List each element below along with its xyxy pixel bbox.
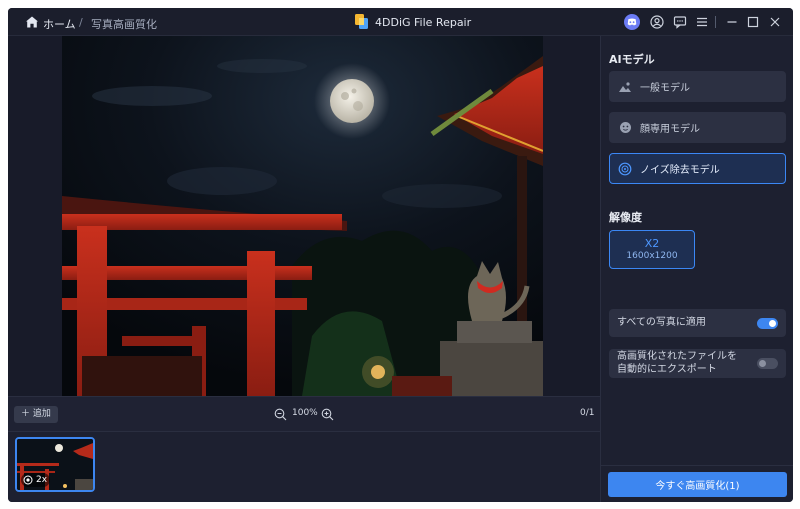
breadcrumb-separator: / bbox=[79, 16, 83, 29]
discord-icon[interactable] bbox=[624, 14, 640, 30]
add-photo-button[interactable]: ＋ 追加 bbox=[14, 406, 58, 423]
model-denoise-label: ノイズ除去モデル bbox=[640, 165, 720, 176]
breadcrumb-current-page: 写真高画質化 bbox=[91, 18, 157, 31]
resolution-x2-option[interactable]: X2 1600x1200 bbox=[609, 230, 695, 269]
resolution-heading: 解像度 bbox=[609, 211, 642, 224]
zoom-level: 100% bbox=[292, 408, 318, 418]
app-title: 4DDiG File Repair bbox=[375, 16, 472, 29]
settings-panel: AIモデル 一般モデル 顔専用モデル ノイズ除去モデル 解像度 X2 1600x… bbox=[600, 36, 793, 502]
face-icon bbox=[610, 121, 640, 134]
apply-all-row: すべての写真に適用 bbox=[609, 309, 786, 337]
zoom-in-icon[interactable] bbox=[321, 408, 334, 421]
account-icon[interactable] bbox=[649, 14, 665, 30]
model-general-label: 一般モデル bbox=[640, 83, 690, 94]
thumbnail-scale-badge: 2x bbox=[21, 473, 51, 487]
model-face-button[interactable]: 顔専用モデル bbox=[609, 112, 786, 143]
model-general-button[interactable]: 一般モデル bbox=[609, 71, 786, 102]
model-face-label: 顔専用モデル bbox=[640, 124, 700, 135]
breadcrumb-home[interactable]: ホーム bbox=[43, 16, 76, 32]
thumbnail-scale-label: 2x bbox=[36, 475, 48, 485]
auto-export-label-line1: 高画質化されたファイルを bbox=[617, 351, 737, 362]
titlebar-divider bbox=[715, 16, 716, 28]
enhance-now-button[interactable]: 今すぐ高画質化(1) bbox=[608, 472, 787, 497]
auto-export-label-line2: 自動的にエクスポート bbox=[617, 364, 717, 375]
menu-icon[interactable] bbox=[694, 14, 710, 30]
app-logo-icon bbox=[355, 14, 368, 29]
maximize-icon[interactable] bbox=[745, 14, 761, 30]
home-icon[interactable] bbox=[25, 15, 39, 29]
image-toolbar: ＋ 追加 100% 0/1 bbox=[8, 396, 600, 432]
feedback-icon[interactable] bbox=[672, 14, 688, 30]
close-icon[interactable] bbox=[767, 14, 783, 30]
apply-all-toggle[interactable] bbox=[757, 318, 778, 329]
resolution-dimensions: 1600x1200 bbox=[626, 251, 678, 261]
thumbnail-item[interactable]: 2x bbox=[15, 437, 95, 492]
apply-all-label: すべての写真に適用 bbox=[617, 317, 706, 328]
resolution-scale: X2 bbox=[644, 237, 660, 250]
minimize-icon[interactable] bbox=[724, 14, 740, 30]
thumbnail-strip: 2x bbox=[8, 432, 600, 502]
auto-export-row: 高画質化されたファイルを 自動的にエクスポート bbox=[609, 349, 786, 378]
panel-divider bbox=[601, 465, 793, 466]
app-window: ホーム / 写真高画質化 4DDiG File Repair ＋ 追加 100%… bbox=[8, 8, 793, 502]
scale-badge-icon bbox=[23, 475, 33, 485]
preview-photo bbox=[62, 36, 543, 396]
noise-icon bbox=[610, 162, 640, 176]
model-denoise-button[interactable]: ノイズ除去モデル bbox=[609, 153, 786, 184]
ai-model-heading: AIモデル bbox=[609, 53, 655, 66]
page-counter: 0/1 bbox=[580, 408, 595, 418]
landscape-icon bbox=[610, 81, 640, 93]
zoom-out-icon[interactable] bbox=[274, 408, 287, 421]
image-preview-area bbox=[8, 36, 600, 396]
title-bar: ホーム / 写真高画質化 4DDiG File Repair bbox=[8, 8, 793, 36]
auto-export-toggle[interactable] bbox=[757, 358, 778, 369]
